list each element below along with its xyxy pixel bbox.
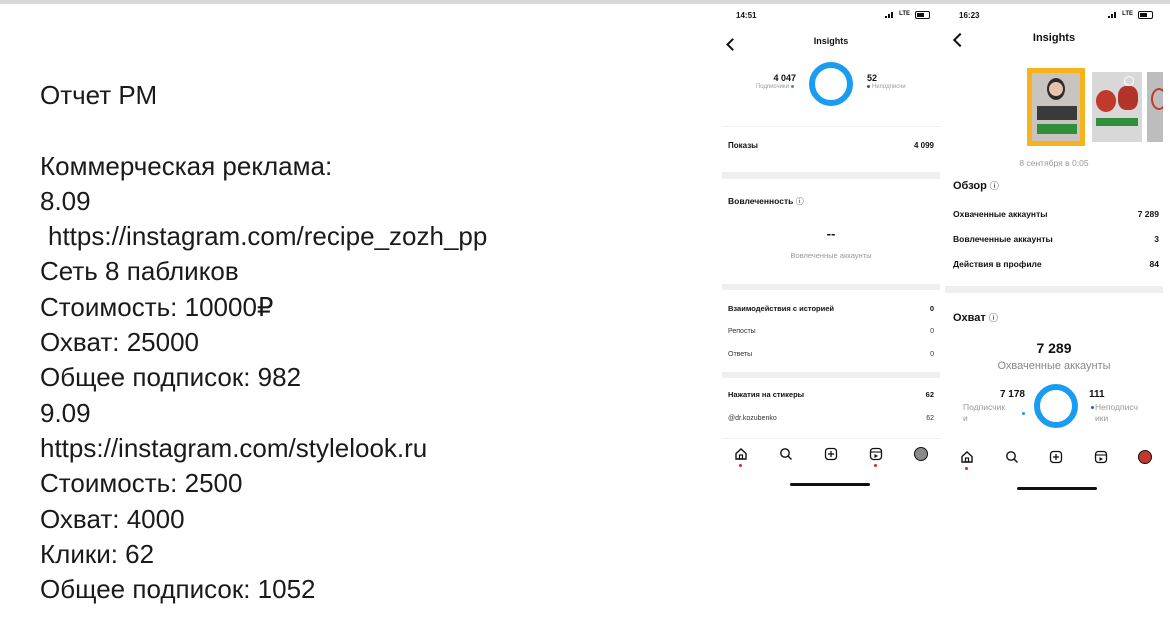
page-title: Insights [1032, 32, 1076, 44]
sticker-account-value: 62 [926, 415, 934, 422]
home-indicator [790, 483, 870, 486]
campaign1-reach: Охват: 25000 [40, 327, 199, 358]
section-divider [722, 172, 940, 179]
info-icon[interactable]: ⓘ [796, 197, 804, 206]
followers-dot-icon [1022, 412, 1025, 415]
replies-label: Ответы [728, 351, 753, 358]
engaged-value: -- [826, 226, 836, 241]
replies-value: 0 [930, 351, 934, 358]
reels-icon[interactable] [1094, 450, 1108, 464]
section-divider [722, 372, 940, 378]
overview-title: Обзор ⓘ [953, 180, 999, 192]
phone-screenshot-post-insights: 16:23 LTE Insights 8 сентября в 0:05 Обз… [945, 6, 1163, 496]
status-time: 16:23 [959, 11, 980, 20]
top-border [0, 0, 1170, 4]
status-bar: 14:51 LTE [722, 6, 940, 24]
page-title: Insights [813, 36, 849, 46]
home-notification-dot [739, 464, 742, 467]
nonfollowers-value: 52 [867, 73, 878, 83]
campaign2-reach: Охват: 4000 [40, 503, 185, 534]
nonfollowers-dot-icon [867, 84, 870, 88]
followers-value: 7 178 [999, 389, 1025, 400]
create-icon[interactable] [1049, 450, 1063, 464]
status-time: 14:51 [736, 11, 757, 20]
profile-actions-label: Действия в профиле [953, 259, 1042, 269]
divider [722, 126, 940, 127]
reels-icon[interactable] [869, 447, 883, 461]
sticker-account[interactable]: @dr.kozubenko [728, 415, 777, 422]
info-icon[interactable]: ⓘ [990, 181, 999, 191]
engagement-title: Вовлеченность ⓘ [728, 196, 804, 206]
impressions-value: 4 099 [913, 141, 934, 150]
post-thumbnail-selected[interactable] [1027, 68, 1085, 146]
shares-label: Репосты [728, 328, 756, 335]
campaign1-total-subs: Общее подписок: 982 [40, 362, 302, 393]
section-divider [945, 286, 1163, 293]
story-interactions-value: 0 [929, 304, 934, 313]
nonfollowers-label: Неподписчи [865, 84, 906, 90]
reach-title: Охват ⓘ [953, 312, 998, 324]
reached-value: 7 289 [1137, 209, 1159, 219]
sticker-taps-label: Нажатия на стикеры [728, 390, 805, 399]
profile-avatar[interactable] [1138, 450, 1152, 464]
home-notification-dot [965, 467, 968, 470]
report-section: Коммерческая реклама: [40, 150, 333, 181]
reach-ring-chart [1034, 384, 1078, 428]
report-title: Отчет РМ [40, 80, 158, 110]
home-indicator [1017, 487, 1097, 490]
signal-icon [1108, 12, 1117, 18]
profile-avatar[interactable] [914, 447, 928, 461]
campaign1-cost: Стоимость: 10000₽ [40, 291, 274, 322]
engaged-label: Вовлеченные аккаунты [953, 234, 1053, 244]
battery-icon [1138, 11, 1153, 19]
story-interactions-label: Взаимодействия с историей [728, 304, 834, 313]
shares-value: 0 [930, 328, 934, 335]
home-icon[interactable] [960, 450, 974, 464]
campaign2-clicks: Клики: 62 [40, 538, 155, 569]
search-icon[interactable] [1005, 450, 1019, 464]
report-text: Отчет РМ Коммерческая реклама: 8.09 http… [40, 78, 487, 607]
reached-label: Охваченные аккаунты [953, 209, 1048, 219]
engaged-label: Вовлеченные аккаунты [790, 251, 872, 260]
campaign1-date: 8.09 [40, 185, 91, 216]
status-bar: 16:23 LTE [945, 6, 1163, 24]
nonfollowers-value: 111 [1089, 389, 1105, 400]
campaign1-network: Сеть 8 пабликов [40, 256, 239, 287]
nonfollowers-label: Неподписч ики [1095, 402, 1138, 423]
followers-label: Подписчики [963, 402, 1006, 423]
reach-big-label: Охваченные аккаунты [997, 360, 1111, 372]
sticker-taps-value: 62 [925, 390, 934, 399]
tab-bar [945, 450, 1163, 480]
post-thumbnail[interactable] [1092, 72, 1142, 142]
campaign2-cost: Стоимость: 2500 [40, 468, 243, 499]
followers-value: 4 047 [773, 73, 796, 83]
impressions-label: Показы [728, 141, 758, 150]
post-date: 8 сентября в 0:05 [1019, 158, 1089, 168]
phone-screenshot-story-insights: 14:51 LTE Insights 4 047 Подписчики 52 Н… [722, 6, 940, 496]
search-icon[interactable] [779, 447, 793, 461]
info-icon[interactable]: ⓘ [989, 313, 998, 323]
tab-bar [722, 447, 940, 477]
campaign2-date: 9.09 [40, 397, 91, 428]
network-label: LTE [899, 11, 910, 17]
followers-label: Подписчики [756, 84, 796, 90]
post-thumbnail[interactable] [1147, 72, 1163, 142]
reach-big-value: 7 289 [1036, 340, 1072, 356]
campaign2-total-subs: Общее подписок: 1052 [40, 574, 316, 605]
create-icon[interactable] [824, 447, 838, 461]
followers-dot-icon [791, 84, 794, 88]
home-icon[interactable] [734, 447, 748, 461]
campaign2-url[interactable]: https://instagram.com/stylelook.ru [40, 431, 487, 466]
profile-actions-value: 84 [1149, 259, 1159, 269]
nonfollowers-dot-icon [1091, 406, 1094, 409]
section-divider [722, 284, 940, 290]
signal-icon [885, 12, 894, 18]
campaign1-url[interactable]: https://instagram.com/recipe_zozh_pp [40, 219, 487, 254]
reels-notification-dot [874, 464, 877, 467]
divider [722, 438, 940, 439]
followers-ring-chart [809, 62, 853, 106]
battery-icon [915, 11, 930, 19]
network-label: LTE [1122, 11, 1133, 17]
engaged-value: 3 [1154, 234, 1159, 244]
